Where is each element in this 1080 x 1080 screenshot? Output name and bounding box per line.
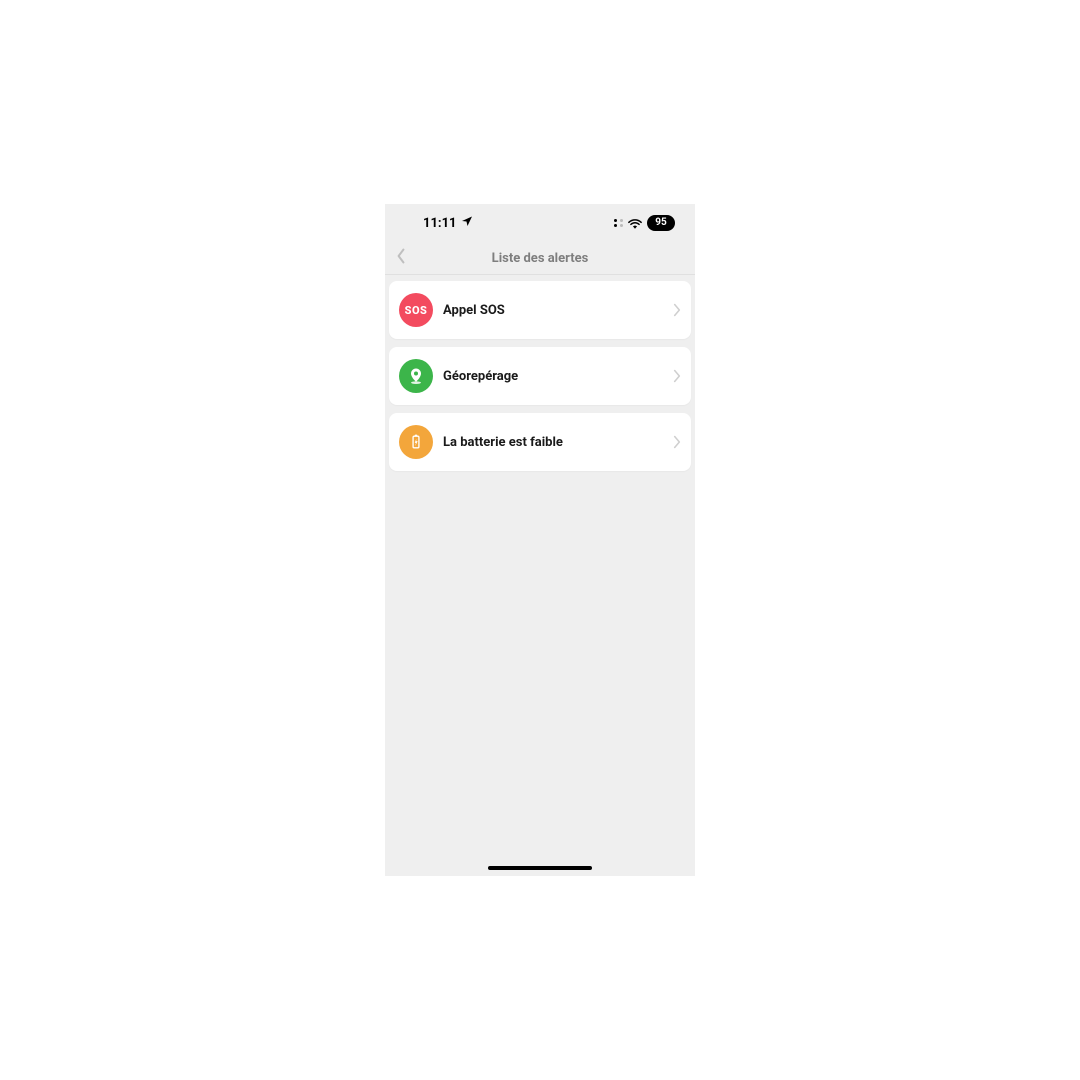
list-item-geofence[interactable]: Géorepérage bbox=[389, 347, 691, 405]
battery-indicator: 95 bbox=[647, 215, 675, 231]
status-bar: 11:11 95 bbox=[385, 204, 695, 242]
alert-list: SOS Appel SOS Géorepérage bbox=[385, 275, 695, 471]
wifi-icon bbox=[628, 214, 642, 233]
list-item-label: Appel SOS bbox=[443, 303, 673, 318]
location-arrow-icon bbox=[461, 215, 473, 231]
home-indicator bbox=[488, 866, 592, 870]
sos-icon: SOS bbox=[399, 293, 433, 327]
low-battery-icon bbox=[399, 425, 433, 459]
chevron-right-icon bbox=[673, 435, 681, 449]
dual-sim-signal-icon bbox=[614, 219, 623, 227]
list-item-sos[interactable]: SOS Appel SOS bbox=[389, 281, 691, 339]
chevron-right-icon bbox=[673, 369, 681, 383]
back-button[interactable] bbox=[385, 248, 417, 268]
list-item-label: La batterie est faible bbox=[443, 435, 673, 450]
list-item-low-battery[interactable]: La batterie est faible bbox=[389, 413, 691, 471]
status-time: 11:11 bbox=[423, 216, 457, 231]
chevron-right-icon bbox=[673, 303, 681, 317]
phone-frame: 11:11 95 bbox=[385, 204, 695, 876]
location-pin-icon bbox=[399, 359, 433, 393]
list-item-label: Géorepérage bbox=[443, 369, 673, 384]
page-title: Liste des alertes bbox=[385, 251, 695, 266]
sos-icon-label: SOS bbox=[405, 304, 428, 317]
chevron-left-icon bbox=[395, 248, 407, 268]
nav-bar: Liste des alertes bbox=[385, 242, 695, 275]
